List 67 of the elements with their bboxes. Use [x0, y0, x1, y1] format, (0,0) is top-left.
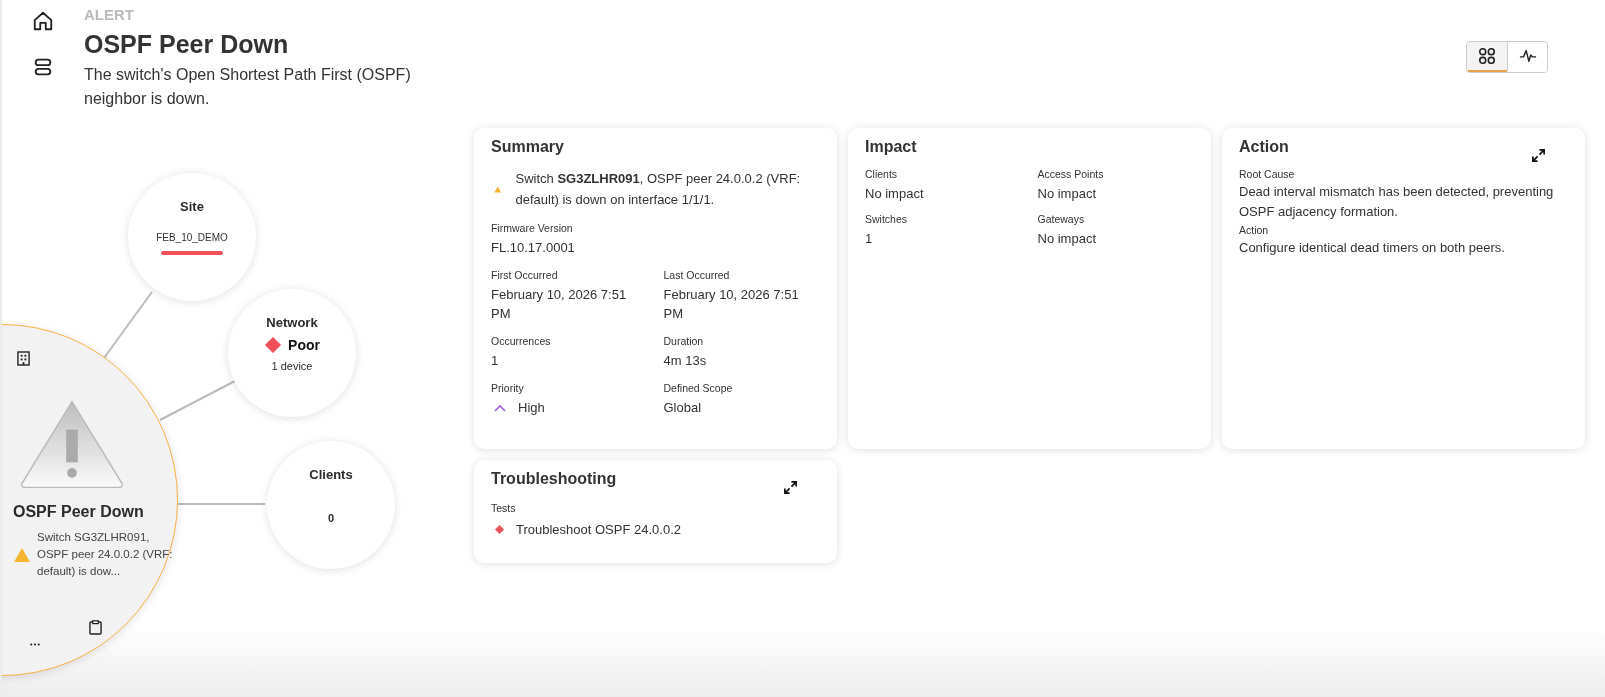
- page-description: The switch's Open Shortest Path First (OSPF) neighbor is down.: [84, 65, 412, 109]
- field-label: Defined Scope: [663, 382, 734, 394]
- building-icon[interactable]: [17, 351, 30, 366]
- card-title: Troubleshooting: [491, 470, 617, 488]
- chevron-up-icon: [494, 403, 506, 412]
- network-node[interactable]: Network Poor 1 device: [228, 289, 356, 417]
- expand-icon[interactable]: [783, 480, 798, 495]
- page-title: OSPF Peer Down: [84, 30, 290, 59]
- clients-node[interactable]: Clients 0: [267, 441, 395, 569]
- warning-icon: [19, 398, 125, 490]
- card-title: Action: [1239, 138, 1289, 156]
- client-count: 0: [327, 512, 335, 524]
- pulse-icon: [1518, 47, 1537, 65]
- network-status: Poor: [288, 337, 320, 353]
- field-value: FL.10.17.0001: [491, 239, 576, 257]
- connector-line: [103, 291, 153, 359]
- field-label: First Occurred: [491, 269, 559, 281]
- site-name: FEB_10_DEMO: [156, 232, 228, 243]
- home-icon[interactable]: [32, 10, 54, 32]
- field-label: Root Cause: [1239, 168, 1296, 180]
- view-toggle-button[interactable]: [1507, 42, 1547, 72]
- field-value: 1: [491, 352, 500, 370]
- field-label: Action: [1239, 224, 1270, 236]
- node-title: Site: [180, 199, 204, 214]
- site-node[interactable]: Site FEB_10_DEMO: [128, 173, 256, 301]
- field-value: High: [518, 399, 545, 417]
- list-icon[interactable]: [32, 56, 54, 78]
- node-title: Clients: [309, 467, 353, 482]
- card-title: Impact: [865, 138, 918, 156]
- field-label: Last Occurred: [663, 269, 731, 281]
- view-toggle-button[interactable]: [1467, 42, 1507, 72]
- field-label: Firmware Version: [491, 222, 574, 234]
- field-label: Access Points: [1037, 168, 1105, 180]
- field-value: February 10, 2026 7:51 PM: [663, 286, 800, 323]
- field-value: No impact: [1037, 230, 1098, 248]
- field-value: 4m 13s: [663, 352, 708, 370]
- alert-title: OSPF Peer Down: [13, 503, 144, 521]
- field-label: Gateways: [1037, 213, 1086, 225]
- expand-icon[interactable]: [1531, 148, 1546, 163]
- field-label: Priority: [491, 382, 525, 394]
- health-bar: [161, 251, 223, 255]
- more-icon[interactable]: [29, 643, 41, 646]
- field-value: Configure identical dead timers on both peers.: [1239, 239, 1506, 257]
- eyebrow-label: ALERT: [84, 6, 134, 23]
- test-link[interactable]: Troubleshoot OSPF 24.0.0.2: [516, 520, 681, 539]
- clipboard-icon[interactable]: [89, 620, 102, 635]
- card-title: Summary: [491, 138, 565, 156]
- field-label: Switches: [865, 213, 908, 225]
- alert-node[interactable]: OSPF Peer Down Switch SG3ZLHR091, OSPF peer 24.0.0.2 (VRF: default) is dow...: [2, 324, 178, 676]
- diamond-icon: [264, 336, 283, 354]
- field-label: Occurrences: [491, 335, 552, 347]
- summary-message: Switch SG3ZLHR091, OSPF peer 24.0.0.2 (VRF: default) is down on interface 1/1/1.: [515, 170, 802, 209]
- diamond-icon: [495, 525, 504, 534]
- field-value: No impact: [865, 185, 925, 203]
- node-title: Network: [266, 315, 318, 330]
- field-value: Global: [663, 399, 703, 417]
- warning-icon: [13, 546, 31, 563]
- field-label: Tests: [491, 502, 517, 514]
- alert-message: Switch SG3ZLHR091, OSPF peer 24.0.0.2 (VRF: default) is dow...: [37, 530, 173, 579]
- field-value: February 10, 2026 7:51 PM: [491, 286, 628, 323]
- field-value: Dead interval mismatch has been detected, preventing OSPF adjacency formation.: [1239, 183, 1555, 221]
- field-label: Clients: [865, 168, 899, 180]
- grid-icon: [1478, 47, 1496, 65]
- device-count: 1 device: [271, 360, 313, 372]
- field-label: Duration: [663, 335, 705, 347]
- field-value: No impact: [1037, 185, 1098, 203]
- field-value: 1: [865, 230, 874, 248]
